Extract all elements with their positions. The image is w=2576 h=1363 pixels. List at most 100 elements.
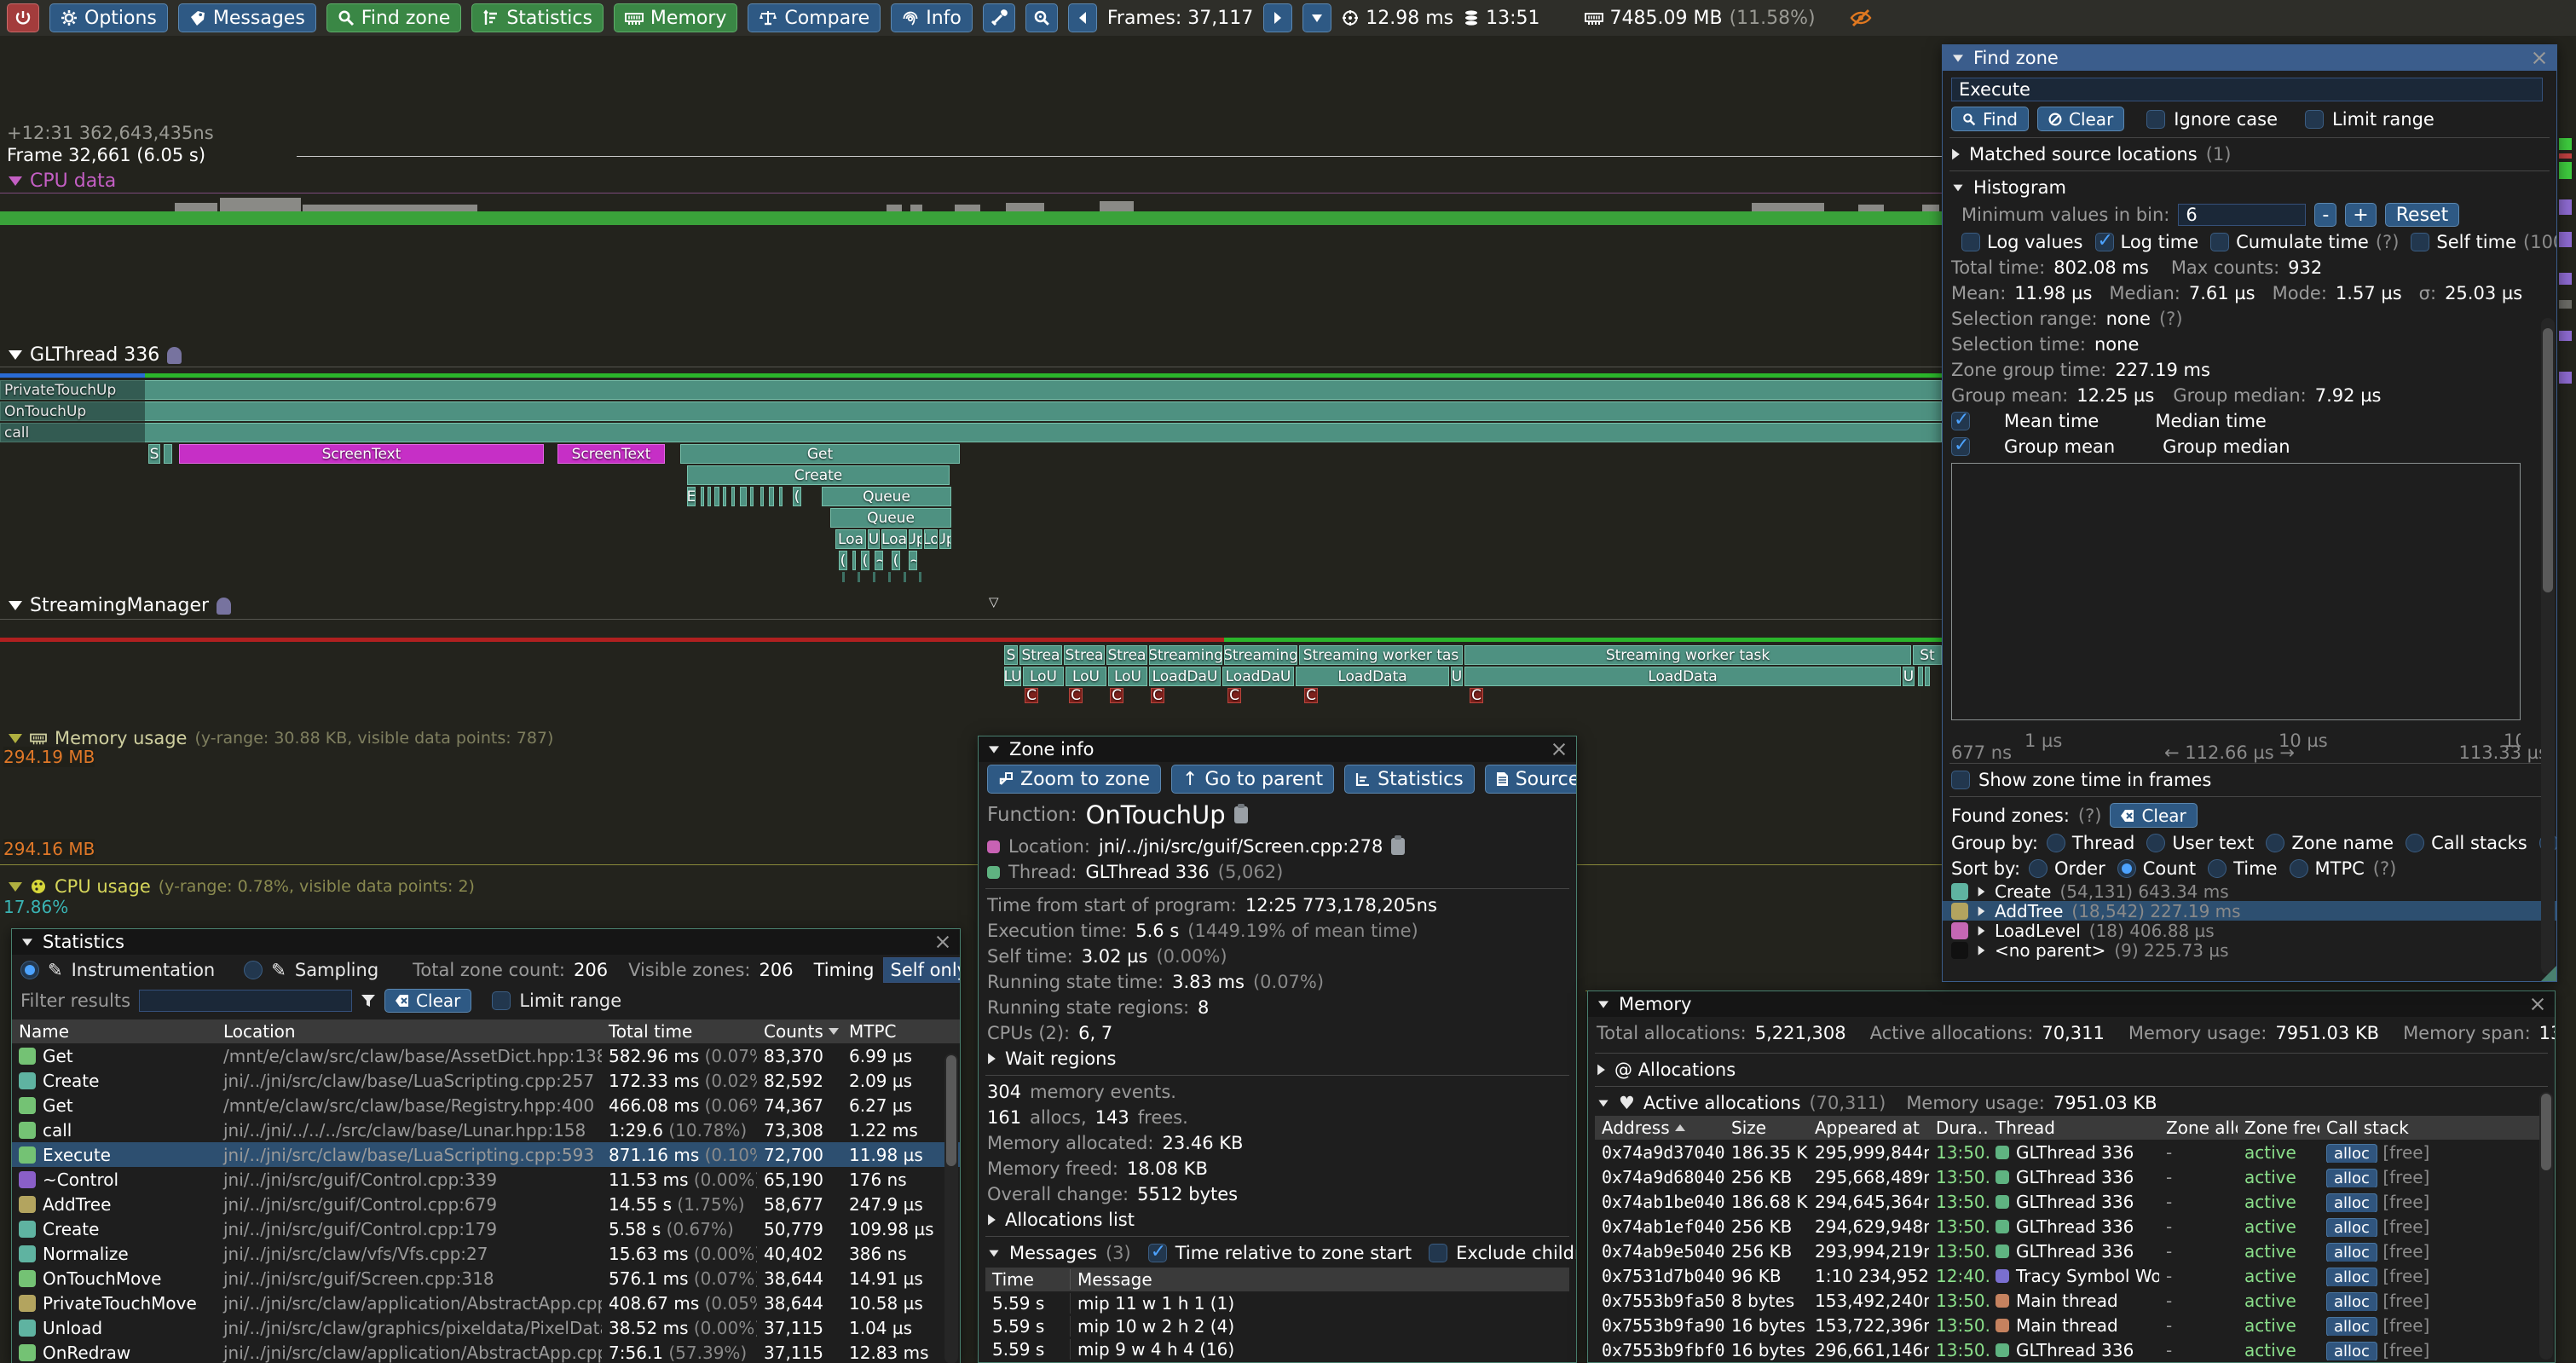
zoom-search-button[interactable] — [1025, 3, 1058, 32]
statistics-row[interactable]: PrivateTouchMove jni/../jni/src/claw/app… — [12, 1291, 960, 1315]
memory-table-header[interactable]: Address Size Appeared at Dura… Thread Zo… — [1595, 1116, 2548, 1140]
timeline-zone[interactable]: Loa — [881, 529, 907, 549]
streaming-header[interactable]: StreamingManager — [9, 595, 231, 616]
timeline-zone[interactable]: LoadDaU — [1222, 667, 1294, 686]
timeline-zone[interactable]: LU — [1004, 667, 1021, 686]
memory-titlebar[interactable]: Memory — [1588, 991, 2555, 1017]
timeline-zone[interactable]: LoU — [1108, 667, 1147, 686]
timeline-zone[interactable]: U — [868, 529, 880, 549]
timeline-zone[interactable] — [701, 487, 704, 506]
zoom-to-zone-button[interactable]: Zoom to zone — [987, 765, 1161, 794]
close-icon[interactable] — [1551, 741, 1568, 758]
memory-plot-header[interactable]: Memory usage (y-range: 30.88 KB, visible… — [9, 728, 553, 748]
timeline-zone[interactable] — [164, 444, 172, 464]
matched-sources-row[interactable]: Matched source locations(1) — [1943, 141, 2556, 167]
group-mean-checkbox[interactable] — [1951, 437, 1970, 456]
source-button[interactable]: Source — [1485, 765, 1577, 794]
collapse-icon[interactable] — [989, 1250, 998, 1256]
allocation-row[interactable]: 0x74ab1be040 186.68 KB 294,645,364ns 13:… — [1595, 1189, 2548, 1214]
timeline-zone[interactable]: S — [1004, 645, 1018, 665]
allocation-row[interactable]: 0x74a9d68040 256 KB 295,668,489ns 13:50.… — [1595, 1164, 2548, 1189]
timeline-zone[interactable] — [0, 380, 1942, 400]
close-icon[interactable] — [934, 933, 951, 950]
timeline-zone[interactable]: ( — [839, 551, 847, 570]
timeline-zone[interactable]: LoU — [1066, 667, 1106, 686]
timeline-zone[interactable]: Loa — [835, 529, 866, 549]
histogram-section-row[interactable]: Histogram — [1943, 175, 2556, 200]
zone-info-titlebar[interactable]: Zone info — [979, 736, 1576, 762]
timeline-zone[interactable]: LoadData — [1296, 667, 1449, 686]
timeline-zone[interactable] — [750, 487, 754, 506]
copy-clipboard-icon[interactable] — [1391, 838, 1405, 855]
bin-plus-button[interactable]: + — [2345, 203, 2376, 227]
allocation-row[interactable]: 0x7553b9fa90 16 bytes 153,722,396ns 13:5… — [1595, 1313, 2548, 1337]
find-zone-scrollbar[interactable] — [2541, 318, 2555, 974]
close-icon[interactable] — [2531, 49, 2548, 66]
timeline-zone[interactable]: Streaming — [1149, 645, 1222, 665]
sort-by-option[interactable]: Time — [2208, 858, 2277, 879]
memory-button[interactable]: Memory — [614, 3, 737, 32]
filter-clear-button[interactable]: Clear — [384, 989, 471, 1013]
instrumentation-radio[interactable] — [20, 961, 39, 979]
go-to-parent-button[interactable]: ↑Go to parent — [1171, 765, 1334, 794]
timeline-zone[interactable]: ( — [892, 551, 900, 570]
timeline-zone[interactable] — [769, 487, 774, 506]
timeline-zone[interactable] — [714, 487, 719, 506]
timeline-zone[interactable]: LoadData — [1464, 667, 1901, 686]
zone-group-row[interactable]: <no parent> (9) 225.73 µs — [1943, 940, 2556, 960]
timing-dropdown[interactable]: Self only — [883, 957, 961, 983]
statistics-table-header[interactable]: Name Location Total time Counts MTPC — [12, 1019, 960, 1043]
ghost-zones-icon[interactable] — [167, 347, 182, 364]
zone-statistics-button[interactable]: Statistics — [1344, 765, 1475, 794]
timeline-zone[interactable]: |~ — [875, 551, 883, 570]
statistics-button[interactable]: Statistics — [471, 3, 604, 32]
close-icon[interactable] — [2529, 996, 2546, 1013]
timeline-zone[interactable]: Queue — [822, 487, 951, 506]
log-time-checkbox[interactable] — [2095, 233, 2114, 251]
timeline-zone[interactable]: ScreenText — [179, 444, 544, 464]
timeline-zone[interactable]: Streaming — [1224, 645, 1297, 665]
frame-range-label[interactable]: Frame 32,661 (6.05 s) — [7, 145, 205, 165]
time-relative-checkbox[interactable] — [1148, 1244, 1167, 1262]
statistics-row[interactable]: Get /mnt/e/claw/src/claw/base/Registry.h… — [12, 1093, 960, 1118]
sort-by-option[interactable]: Count — [2117, 858, 2196, 879]
timeline-zone[interactable]: U — [1451, 667, 1463, 686]
timeline-zone[interactable] — [779, 487, 783, 506]
jump-down-button[interactable] — [1302, 3, 1331, 32]
timeline-zone[interactable]: Get — [680, 444, 960, 464]
timeline-zone[interactable]: Up — [939, 529, 951, 549]
alloc-callstack-button[interactable]: alloc — [2326, 1292, 2377, 1311]
duration-histogram[interactable] — [1951, 463, 2521, 720]
mean-time-checkbox[interactable] — [1951, 412, 1970, 430]
group-by-option[interactable]: Zone name — [2266, 833, 2394, 853]
group-by-option[interactable]: Call stacks — [2406, 833, 2527, 853]
timeline-zone[interactable] — [852, 551, 856, 570]
eye-off-toggle[interactable] — [1850, 8, 1872, 28]
statistics-row[interactable]: Create jni/../jni/src/claw/base/LuaScrip… — [12, 1068, 960, 1093]
allocation-row[interactable]: 0x7553b9fbf0 16 bytes 296,661,146ns 13:5… — [1595, 1337, 2548, 1362]
message-row[interactable]: 5.59 s mip 9 w 4 h 4 (16) — [985, 1337, 1569, 1360]
statistics-row[interactable]: OnTouchMove jni/../jni/src/guif/Screen.c… — [12, 1266, 960, 1291]
aux-plot[interactable] — [1585, 934, 1942, 989]
message-row[interactable]: 5.59 s mip 10 w 2 h 2 (4) — [985, 1314, 1569, 1337]
allocation-row[interactable]: 0x74ab9e5040 256 KB 293,994,219ns 13:50.… — [1595, 1239, 2548, 1263]
timeline-zone[interactable]: LoadDaU — [1149, 667, 1221, 686]
timeline-zone[interactable]: LoU — [1023, 667, 1064, 686]
timeline-zone[interactable]: U — [1903, 667, 1915, 686]
alloc-callstack-button[interactable]: alloc — [2326, 1144, 2377, 1163]
bin-minus-button[interactable]: - — [2314, 203, 2336, 227]
zone-group-row[interactable]: AddTree (18,542) 227.19 ms — [1943, 901, 2556, 921]
messages-button[interactable]: Messages — [178, 3, 316, 32]
group-by-option[interactable]: User text — [2146, 833, 2254, 853]
sort-by-option[interactable]: Order — [2029, 858, 2105, 879]
active-allocations-row[interactable]: ♥ Active allocations(70,311) Memory usag… — [1588, 1090, 2555, 1116]
timeline-zone[interactable] — [723, 487, 726, 506]
alloc-callstack-button[interactable]: alloc — [2326, 1218, 2377, 1237]
timeline-zone[interactable] — [760, 487, 764, 506]
timeline-zone[interactable]: Create — [687, 465, 950, 485]
find-button[interactable]: Find — [1951, 107, 2029, 131]
glthread-header[interactable]: GLThread 336 — [9, 344, 182, 366]
filter-input[interactable] — [139, 990, 352, 1012]
timeline-zone[interactable]: |~ — [909, 551, 917, 570]
alloc-callstack-button[interactable]: alloc — [2326, 1342, 2377, 1360]
